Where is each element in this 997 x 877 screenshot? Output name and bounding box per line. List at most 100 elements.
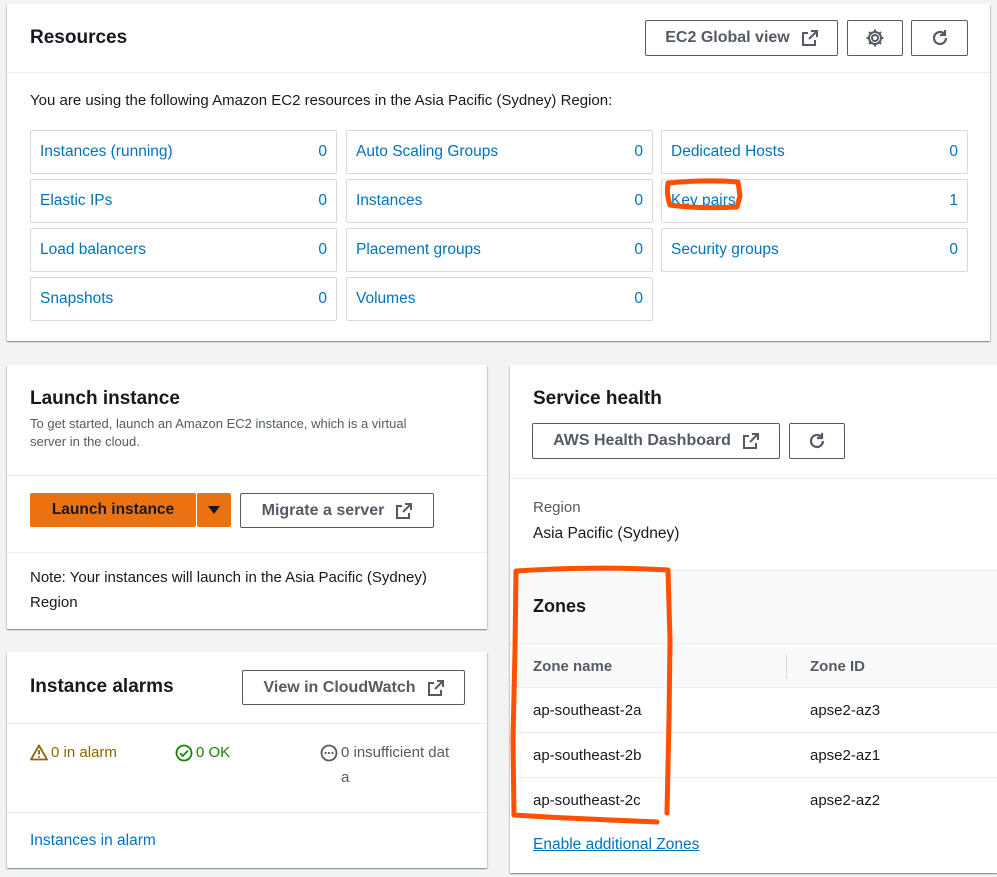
external-link-icon — [742, 433, 759, 449]
resource-tile-dedicated-hosts[interactable]: Dedicated Hosts 0 — [661, 130, 968, 174]
alarms-footer-divider — [7, 812, 487, 813]
resource-tile-label[interactable]: Instances (running) — [40, 143, 173, 161]
launch-body-divider — [7, 552, 487, 553]
external-link-icon — [801, 30, 818, 46]
gear-icon — [866, 29, 884, 47]
resource-tile-placement-groups[interactable]: Placement groups 0 — [346, 228, 653, 272]
external-link-icon — [427, 679, 444, 696]
resource-tile-count: 0 — [318, 290, 327, 307]
resource-tile-security-groups[interactable]: Security groups 0 — [661, 228, 968, 272]
zone-name-cell: ap-southeast-2a — [533, 702, 642, 719]
launch-instance-title: Launch instance — [30, 388, 180, 409]
ec2-global-view-button[interactable]: EC2 Global view — [645, 20, 838, 56]
zones-footer: Enable additional Zones — [510, 821, 997, 873]
region-value: Asia Pacific (Sydney) — [533, 525, 680, 542]
aws-health-dashboard-button[interactable]: AWS Health Dashboard — [532, 423, 780, 459]
resource-tile-volumes[interactable]: Volumes 0 — [346, 277, 653, 321]
resource-tile-label[interactable]: Key pairs — [671, 192, 736, 210]
view-in-cloudwatch-button[interactable]: View in CloudWatch — [242, 670, 465, 705]
launch-header-divider — [7, 475, 487, 476]
aws-health-dashboard-label: AWS Health Dashboard — [553, 432, 731, 449]
resource-tile-auto-scaling-groups[interactable]: Auto Scaling Groups 0 — [346, 130, 653, 174]
resource-tile-count: 0 — [318, 143, 327, 160]
column-header-zone-id[interactable]: Zone ID — [810, 658, 865, 675]
check-circle-icon — [175, 744, 193, 762]
resource-tile-label[interactable]: Snapshots — [40, 290, 113, 308]
zone-id-cell: apse2-az1 — [810, 747, 881, 764]
insufficient-data-label: 0 insufficient dat a — [341, 740, 449, 790]
table-row: ap-southeast-2a apse2-az3 — [510, 688, 997, 733]
resources-panel: Resources EC2 Global view You are using … — [7, 4, 990, 341]
migrate-server-button[interactable]: Migrate a server — [240, 493, 434, 528]
migrate-server-label: Migrate a server — [261, 501, 385, 519]
in-alarm-label: 0 in alarm — [51, 744, 117, 761]
resource-tile-count: 0 — [634, 192, 643, 209]
resource-tile-instances-running[interactable]: Instances (running) 0 — [30, 130, 337, 174]
region-label: Region — [533, 499, 581, 516]
ok-label: 0 OK — [196, 744, 231, 761]
resource-tile-label[interactable]: Dedicated Hosts — [671, 143, 785, 161]
ec2-global-view-label: EC2 Global view — [665, 29, 790, 46]
resource-tile-count: 0 — [634, 290, 643, 307]
warning-icon — [30, 744, 48, 761]
enable-additional-zones-link[interactable]: Enable additional Zones — [533, 836, 699, 854]
instances-in-alarm-link[interactable]: Instances in alarm — [30, 832, 156, 850]
column-separator — [786, 655, 787, 679]
caret-down-icon — [208, 506, 220, 514]
zone-id-cell: apse2-az3 — [810, 702, 881, 719]
external-link-icon — [396, 502, 413, 519]
resource-tile-label[interactable]: Load balancers — [40, 241, 146, 259]
resource-tile-count: 0 — [634, 241, 643, 258]
alarms-header-divider — [7, 723, 487, 724]
instance-alarms-title: Instance alarms — [30, 676, 174, 697]
launch-options-dropdown[interactable] — [197, 493, 231, 527]
resource-tile-instances[interactable]: Instances 0 — [346, 179, 653, 223]
zones-top-divider — [510, 570, 997, 571]
insufficient-data-line2: a — [341, 769, 350, 786]
resources-header-divider — [7, 72, 990, 73]
health-header-divider — [510, 478, 997, 479]
resource-tile-snapshots[interactable]: Snapshots 0 — [30, 277, 337, 321]
refresh-icon — [809, 433, 825, 449]
service-health-panel: Service health AWS Health Dashboard Regi… — [510, 365, 997, 873]
resource-tile-count: 0 — [318, 241, 327, 258]
resource-tile-label[interactable]: Security groups — [671, 241, 779, 259]
health-refresh-button[interactable] — [789, 423, 845, 459]
refresh-icon — [932, 30, 947, 46]
resource-tile-key-pairs[interactable]: Key pairs 1 — [661, 179, 968, 223]
resource-tile-label[interactable]: Placement groups — [356, 241, 481, 259]
insufficient-data-line1: 0 insufficient dat — [341, 744, 450, 761]
instance-alarms-panel: Instance alarms View in CloudWatch 0 in … — [7, 652, 487, 868]
launch-instance-button[interactable]: Launch instance — [30, 493, 196, 527]
settings-button[interactable] — [847, 20, 903, 56]
resources-intro: You are using the following Amazon EC2 r… — [30, 92, 613, 109]
resource-tile-label[interactable]: Instances — [356, 192, 422, 210]
resource-tile-label[interactable]: Volumes — [356, 290, 415, 308]
zone-name-cell: ap-southeast-2b — [533, 747, 642, 764]
table-row: ap-southeast-2c apse2-az2 — [510, 778, 997, 823]
zone-id-cell: apse2-az2 — [810, 792, 881, 809]
launch-instance-description: To get started, launch an Amazon EC2 ins… — [30, 416, 407, 449]
ellipsis-circle-icon — [320, 744, 338, 762]
resource-tile-count: 0 — [949, 241, 958, 258]
resource-tile-count: 0 — [949, 143, 958, 160]
resource-tile-elastic-ips[interactable]: Elastic IPs 0 — [30, 179, 337, 223]
resource-tile-count: 1 — [949, 192, 958, 209]
table-row: ap-southeast-2b apse2-az1 — [510, 733, 997, 778]
in-alarm-stat[interactable]: 0 in alarm — [30, 744, 117, 761]
zones-table-header: Zone name Zone ID — [510, 643, 997, 688]
refresh-button[interactable] — [911, 20, 968, 56]
column-header-zone-name[interactable]: Zone name — [533, 658, 612, 675]
ok-stat[interactable]: 0 OK — [175, 744, 230, 762]
resource-tile-label[interactable]: Auto Scaling Groups — [356, 143, 498, 161]
zones-title: Zones — [533, 596, 587, 616]
view-in-cloudwatch-label: View in CloudWatch — [263, 678, 416, 696]
resource-tile-count: 0 — [634, 143, 643, 160]
resource-tile-label[interactable]: Elastic IPs — [40, 192, 112, 210]
resources-title: Resources — [30, 27, 128, 48]
zone-name-cell: ap-southeast-2c — [533, 792, 641, 809]
service-health-title: Service health — [533, 388, 662, 409]
launch-region-note: Note: Your instances will launch in the … — [30, 569, 427, 611]
insufficient-data-stat[interactable]: 0 insufficient dat a — [320, 744, 470, 790]
resource-tile-load-balancers[interactable]: Load balancers 0 — [30, 228, 337, 272]
